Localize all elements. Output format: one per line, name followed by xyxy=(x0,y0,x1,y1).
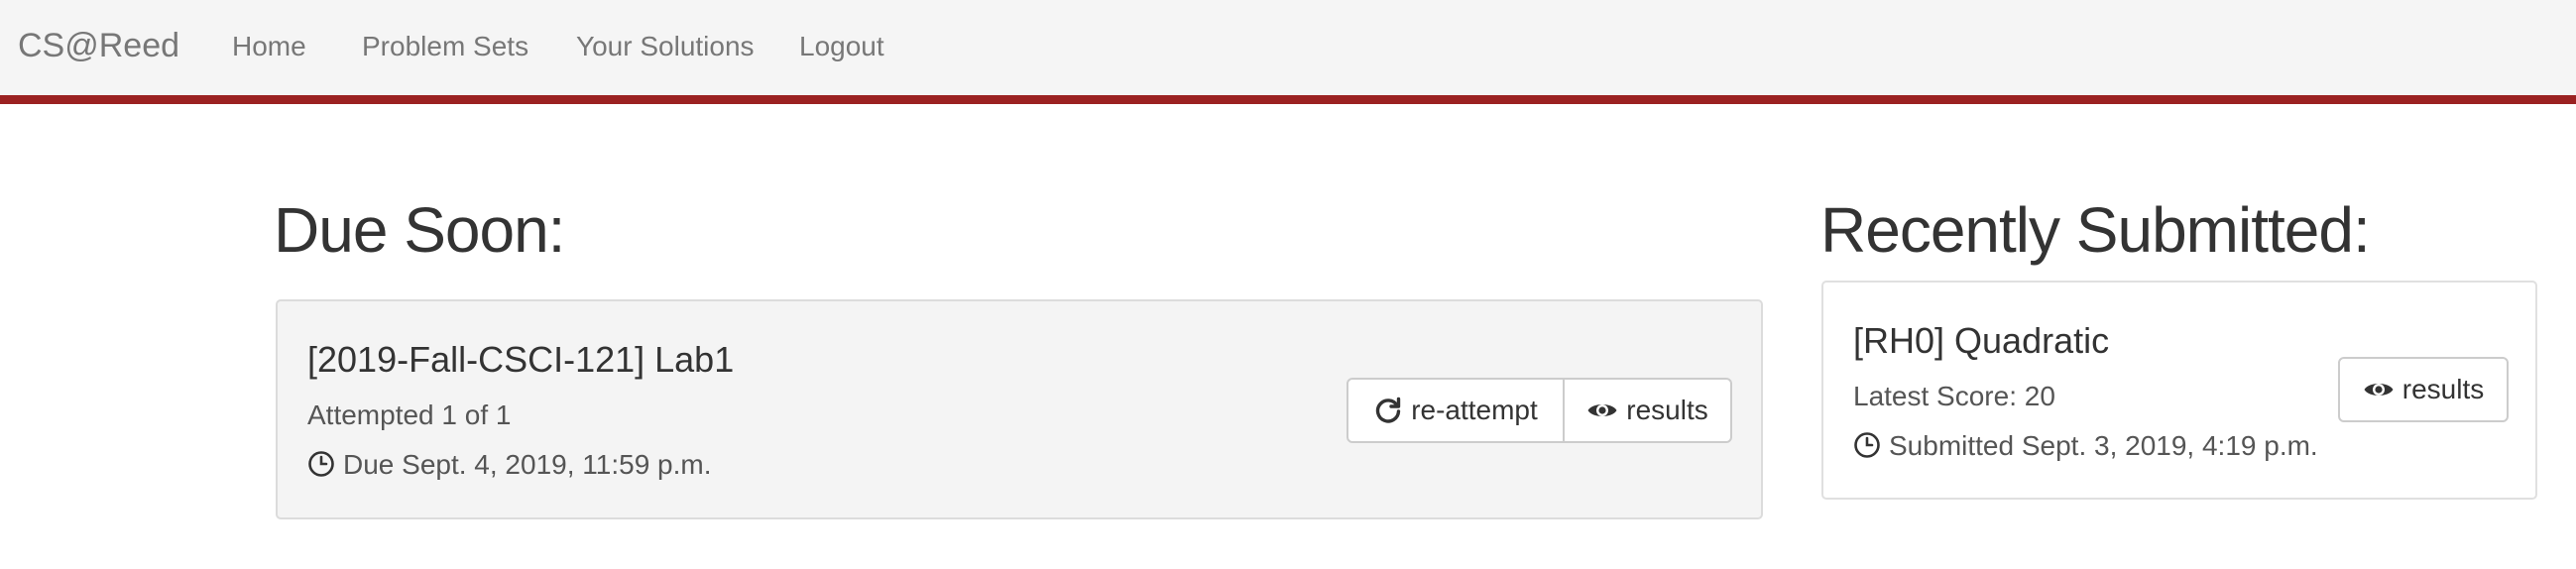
nav-problem-sets-link[interactable]: Problem Sets xyxy=(362,30,528,63)
due-soon-heading: Due Soon: xyxy=(274,194,565,266)
due-date: Due Sept. 4, 2019, 11:59 p.m. xyxy=(307,448,712,486)
clock-icon xyxy=(307,450,335,486)
attempt-count: Attempted 1 of 1 xyxy=(307,399,512,430)
problem-set-title[interactable]: [2019-Fall-CSCI-121] Lab1 xyxy=(307,339,734,381)
nav-your-solutions-link[interactable]: Your Solutions xyxy=(576,30,755,63)
brand-link[interactable]: CS@Reed xyxy=(18,26,179,65)
submission-results-button[interactable]: results xyxy=(2338,357,2509,422)
eye-icon xyxy=(2363,379,2395,400)
results-label: results xyxy=(2401,374,2485,404)
due-action-buttons: re-attempt results xyxy=(1347,378,1732,443)
latest-score: Latest Score: 20 xyxy=(1853,381,2055,411)
submitted-date-text: Submitted Sept. 3, 2019, 4:19 p.m. xyxy=(1889,430,2318,461)
due-soon-card: [2019-Fall-CSCI-121] Lab1 Attempted 1 of… xyxy=(276,299,1763,519)
due-date-text: Due Sept. 4, 2019, 11:59 p.m. xyxy=(343,449,712,480)
results-label: results xyxy=(1626,395,1708,425)
nav-logout-link[interactable]: Logout xyxy=(799,30,884,63)
eye-icon xyxy=(1586,399,1618,421)
reattempt-label: re-attempt xyxy=(1411,395,1538,425)
refresh-icon xyxy=(1373,396,1403,425)
top-navbar: CS@Reed Home Problem Sets Your Solutions… xyxy=(0,0,2576,104)
nav-home-link[interactable]: Home xyxy=(232,30,306,63)
submitted-date: Submitted Sept. 3, 2019, 4:19 p.m. xyxy=(1853,429,2318,467)
results-button[interactable]: results xyxy=(1563,378,1732,443)
recently-submitted-card: [RH0] Quadratic Latest Score: 20 Submitt… xyxy=(1821,281,2537,500)
reattempt-button[interactable]: re-attempt xyxy=(1347,378,1565,443)
recently-submitted-heading: Recently Submitted: xyxy=(1820,194,2371,266)
submission-title[interactable]: [RH0] Quadratic xyxy=(1853,320,2109,362)
clock-icon xyxy=(1853,431,1881,467)
